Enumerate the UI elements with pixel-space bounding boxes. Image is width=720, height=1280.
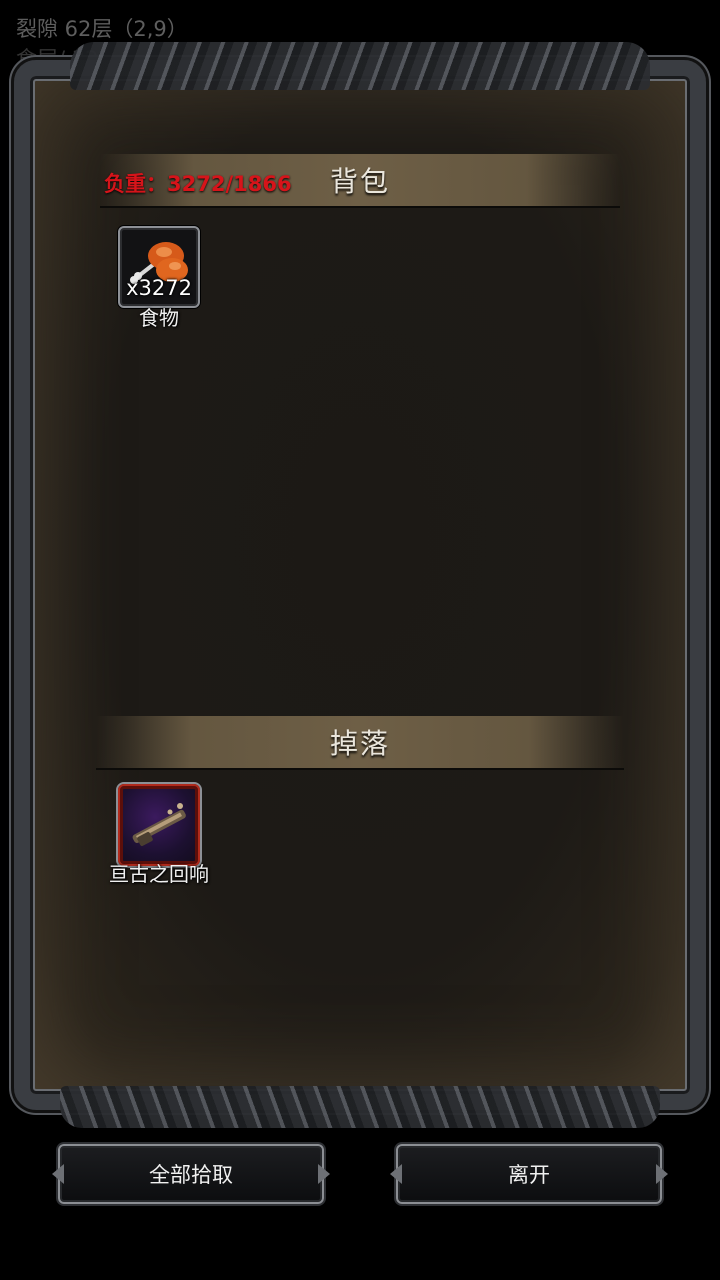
pick-all-button[interactable]: 全部拾取 bbox=[58, 1144, 324, 1204]
drops-title: 掉落 bbox=[329, 727, 390, 760]
item-name: 食物 bbox=[139, 306, 179, 330]
location-label: 裂隙 62层（2,9） bbox=[16, 17, 188, 41]
drops-header: 掉落 bbox=[96, 716, 624, 770]
leave-button[interactable]: 离开 bbox=[396, 1144, 662, 1204]
inventory-panel-frame bbox=[14, 42, 706, 1128]
weight-label: 负重：3272/1866 bbox=[104, 172, 292, 196]
drop-item-slot[interactable] bbox=[118, 784, 200, 866]
backpack-title: 背包 bbox=[329, 165, 390, 198]
item-name: 亘古之回响 bbox=[109, 862, 209, 886]
item-quantity: x3272 bbox=[126, 276, 192, 300]
rifle-icon bbox=[132, 803, 186, 846]
